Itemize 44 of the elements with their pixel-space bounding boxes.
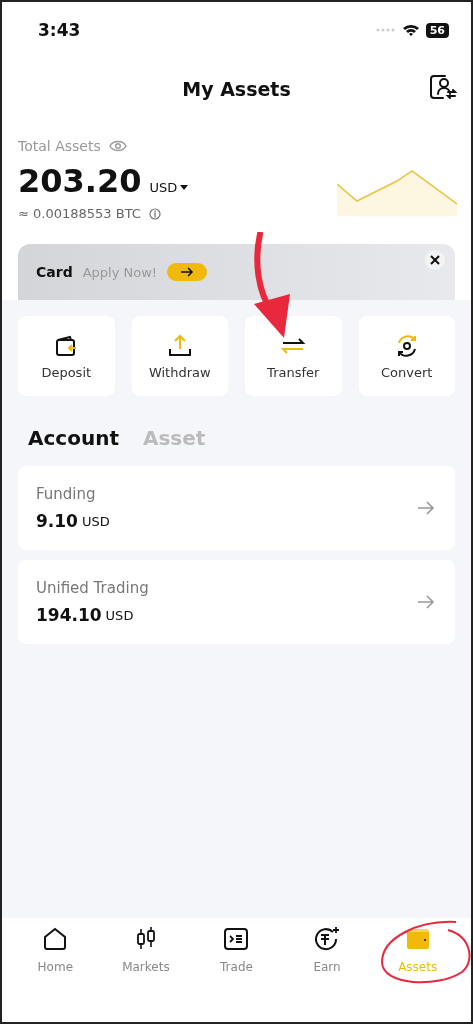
arrow-right-icon (180, 266, 194, 278)
action-button[interactable]: Convert (358, 316, 455, 396)
terminal-icon (223, 926, 250, 952)
account-currency: USD (105, 607, 134, 623)
account-currency: USD (81, 513, 110, 529)
coin-plus-icon (313, 926, 342, 952)
arrow-right-icon (417, 595, 435, 609)
account-name: Unified Trading (36, 579, 149, 597)
account-name: Funding (36, 485, 97, 503)
nav-tab[interactable]: Home (19, 926, 92, 974)
nav-tab[interactable]: Trade (200, 926, 273, 974)
upload-icon (166, 332, 193, 359)
caret-icon (180, 185, 189, 190)
wifi-icon (401, 23, 420, 37)
tab[interactable]: Account (28, 426, 119, 450)
status-time: 3:43 (38, 20, 81, 40)
profile-switch-icon[interactable] (429, 74, 457, 100)
account-amount: 9.10 (36, 511, 78, 531)
home-icon (42, 926, 69, 952)
btc-equivalent: ≈ 0.00188553 BTC (18, 206, 141, 221)
arrow-right-icon (417, 501, 435, 515)
close-button[interactable] (425, 250, 445, 270)
apply-button[interactable] (167, 263, 207, 281)
total-amount: 203.20 (18, 162, 142, 200)
wallet-icon (404, 926, 431, 952)
action-button[interactable]: Deposit (18, 316, 115, 396)
info-icon[interactable] (148, 207, 161, 220)
card-banner[interactable]: Card Apply Now! (18, 244, 455, 300)
banner-title: Card (36, 264, 73, 280)
account-card[interactable]: Unified Trading 194.10 USD (18, 560, 455, 644)
eye-icon[interactable] (108, 140, 127, 152)
account-card[interactable]: Funding 9.10 USD (18, 466, 455, 550)
signal-icon (375, 28, 396, 32)
action-button[interactable]: Transfer (245, 316, 342, 396)
action-button[interactable]: Withdraw (131, 316, 228, 396)
nav-tab[interactable]: Markets (109, 926, 182, 974)
account-amount: 194.10 (36, 605, 102, 625)
banner-subtitle: Apply Now! (82, 264, 157, 280)
battery-level: 56 (425, 22, 449, 38)
nav-tab[interactable]: Earn (291, 926, 364, 974)
total-assets-label: Total Assets (18, 138, 101, 154)
page-title: My Assets (182, 78, 291, 100)
close-icon (430, 255, 440, 265)
currency-selector[interactable]: USD (149, 180, 189, 195)
